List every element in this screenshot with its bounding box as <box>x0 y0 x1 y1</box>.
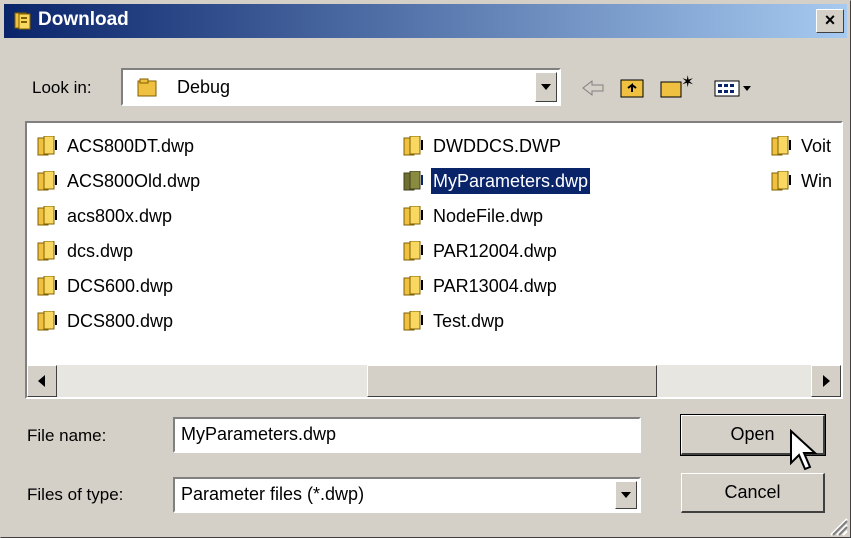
mouse-cursor-icon <box>790 429 818 471</box>
file-name: PAR13004.dwp <box>433 276 557 296</box>
scroll-left-button[interactable] <box>27 365 57 397</box>
file-list[interactable]: ACS800DT.dwp ACS800Old.dwp acs800x.dwp d… <box>25 121 843 399</box>
window-title: Download <box>38 9 129 30</box>
scroll-thumb[interactable] <box>367 365 657 397</box>
file-icon <box>771 171 791 191</box>
file-name: Win <box>801 171 832 191</box>
file-name: DCS800.dwp <box>67 311 174 331</box>
file-name: acs800x.dwp <box>67 206 173 226</box>
file-name: NodeFile.dwp <box>433 206 544 226</box>
file-icon <box>403 241 423 261</box>
file-name-label: File name: <box>27 426 107 445</box>
file-icon <box>403 171 423 191</box>
file-type-label: Files of type: <box>27 485 124 504</box>
file-icon <box>37 276 57 296</box>
file-icon <box>37 241 57 261</box>
file-name: Voit <box>801 136 832 156</box>
arrow-right-icon <box>823 375 830 387</box>
file-icon <box>403 276 423 296</box>
file-name: Test.dwp <box>433 311 505 331</box>
folder-icon <box>137 78 157 97</box>
file-name-value: MyParameters.dwp <box>181 424 337 444</box>
new-folder-icon[interactable]: ✶ <box>657 71 693 105</box>
file-icon <box>37 171 57 191</box>
open-label: Open <box>730 424 775 444</box>
horizontal-scrollbar[interactable] <box>27 365 841 397</box>
file-icon <box>37 136 57 156</box>
file-name: MyParameters.dwp <box>431 168 591 194</box>
arrow-left-icon <box>38 375 45 387</box>
view-menu-icon[interactable] <box>711 71 763 105</box>
title-bar[interactable]: Download × <box>4 4 847 38</box>
file-name-field[interactable]: MyParameters.dwp <box>173 417 641 453</box>
look-in-dropdown-button[interactable] <box>535 72 557 102</box>
resize-grip-icon[interactable] <box>827 515 849 537</box>
file-icon <box>14 12 31 30</box>
cancel-label: Cancel <box>724 482 781 502</box>
file-icon <box>403 311 423 331</box>
svg-text:✶: ✶ <box>681 72 693 91</box>
file-type-dropdown-button[interactable] <box>615 481 637 509</box>
file-name: ACS800DT.dwp <box>67 136 195 156</box>
look-in-combo[interactable]: Debug <box>121 68 561 106</box>
file-icon <box>771 136 791 156</box>
close-icon: × <box>824 10 836 30</box>
back-arrow-icon[interactable] <box>577 71 609 105</box>
file-name: ACS800Old.dwp <box>67 171 201 191</box>
file-icon <box>37 311 57 331</box>
file-name: DWDDCS.DWP <box>433 136 561 156</box>
file-icon <box>403 136 423 156</box>
file-name: PAR12004.dwp <box>433 241 557 261</box>
close-button[interactable]: × <box>816 9 844 33</box>
file-name: DCS600.dwp <box>67 276 174 296</box>
look-in-label: Look in: <box>32 78 92 97</box>
look-in-value: Debug <box>177 77 231 97</box>
file-type-value: Parameter files (*.dwp) <box>181 484 365 504</box>
file-name: dcs.dwp <box>67 241 134 261</box>
up-folder-icon[interactable] <box>617 71 649 105</box>
scroll-right-button[interactable] <box>811 365 841 397</box>
file-type-combo[interactable]: Parameter files (*.dwp) <box>173 477 641 513</box>
file-icon <box>37 206 57 226</box>
cancel-button[interactable]: Cancel <box>681 473 825 513</box>
download-dialog: Download × Look in: Debug ✶ ACS800DT.dwp… <box>0 0 851 538</box>
file-icon <box>403 206 423 226</box>
